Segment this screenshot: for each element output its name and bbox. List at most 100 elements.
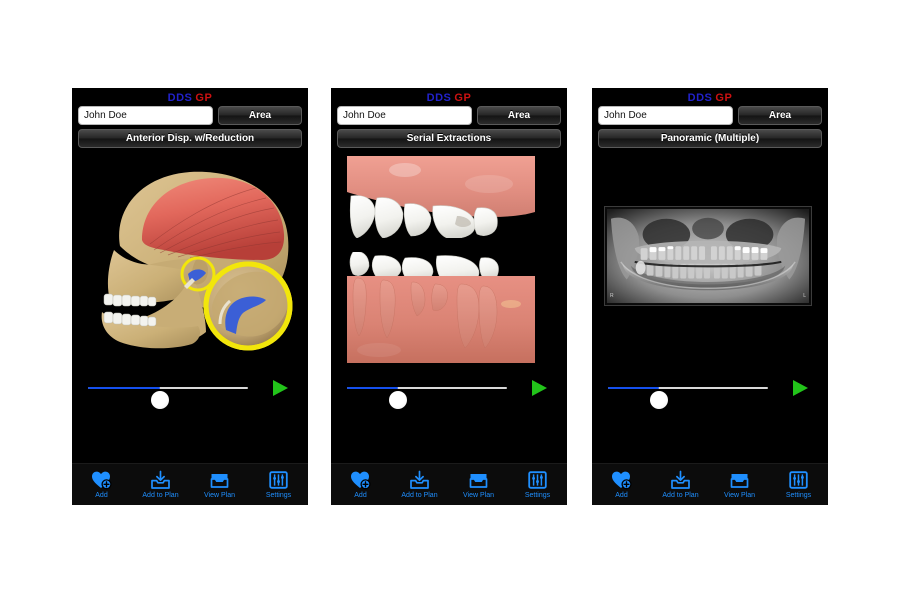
panoramic-xray-illustration: R L — [600, 154, 820, 365]
tray-inbox-icon — [210, 473, 229, 488]
tray-download-icon — [410, 470, 429, 489]
animation-slider-row — [339, 375, 559, 409]
skull-illustration — [80, 154, 300, 365]
slider-knob[interactable] — [151, 391, 169, 409]
sliders-icon — [528, 471, 547, 489]
heart-plus-icon — [612, 471, 632, 490]
condition-button[interactable]: Serial Extractions — [337, 129, 561, 148]
tab-settings[interactable]: Settings — [508, 469, 567, 500]
app-title-primary: DDS — [687, 92, 713, 104]
app-title-secondary: GP — [454, 92, 472, 104]
tab-label: Add to Plan — [401, 492, 438, 499]
tray-inbox-icon — [469, 473, 488, 488]
heart-plus-icon — [351, 471, 371, 490]
tab-add[interactable]: Add — [331, 469, 390, 500]
tray-inbox-icon — [449, 469, 508, 490]
app-title-primary: DDS — [167, 92, 193, 104]
slider-knob[interactable] — [650, 391, 669, 409]
condition-button[interactable]: Anterior Disp. w/Reduction — [78, 129, 302, 148]
tab-view plan[interactable]: View Plan — [190, 469, 249, 500]
xray-image: R L — [604, 206, 812, 306]
sliders-icon — [769, 469, 828, 490]
play-button[interactable] — [273, 380, 288, 396]
tab-label: Settings — [785, 492, 812, 499]
tray-download-icon — [151, 470, 170, 489]
tab-label: Add — [95, 492, 108, 499]
tab-add[interactable]: Add — [592, 469, 651, 500]
sliders-icon — [508, 469, 567, 490]
tray-inbox-icon — [190, 469, 249, 490]
tab-bar: Add Add to Plan View Plan Settings — [72, 463, 308, 505]
tab-label: View Plan — [203, 492, 235, 499]
xray-marker-right: R — [610, 293, 614, 299]
media-viewport[interactable] — [80, 154, 300, 365]
tab-label: Add — [354, 492, 367, 499]
condition-row: Anterior Disp. w/Reduction — [72, 125, 308, 148]
tab-settings[interactable]: Settings — [769, 469, 828, 500]
slider-fill — [347, 387, 399, 389]
animation-slider-row — [600, 375, 820, 409]
tab-label: Settings — [265, 492, 292, 499]
tab-view plan[interactable]: View Plan — [449, 469, 508, 500]
slider-fill — [608, 387, 660, 389]
tab-label: Settings — [524, 492, 551, 499]
tab-label: View Plan — [462, 492, 494, 499]
media-viewport[interactable] — [339, 154, 559, 365]
area-button[interactable]: Area — [218, 106, 302, 125]
patient-row: John Doe Area — [331, 104, 567, 125]
patient-row: John Doe Area — [592, 104, 828, 125]
tab-view plan[interactable]: View Plan — [710, 469, 769, 500]
xray-marker-left: L — [803, 293, 806, 299]
patient-name-input[interactable]: John Doe — [78, 106, 213, 125]
heart-plus-icon — [72, 469, 131, 490]
tab-add to plan[interactable]: Add to Plan — [390, 469, 449, 500]
condition-row: Panoramic (Multiple) — [592, 125, 828, 148]
tab-add[interactable]: Add — [72, 469, 131, 500]
tray-download-icon — [651, 469, 710, 490]
patient-row: John Doe Area — [72, 104, 308, 125]
tab-label: Add to Plan — [662, 492, 699, 499]
dental-model-illustration — [339, 154, 559, 365]
app-title-secondary: GP — [715, 92, 733, 104]
condition-row: Serial Extractions — [331, 125, 567, 148]
sliders-icon — [269, 471, 288, 489]
condition-button[interactable]: Panoramic (Multiple) — [598, 129, 822, 148]
tab-settings[interactable]: Settings — [249, 469, 308, 500]
app-title: DDS GP — [592, 88, 828, 104]
area-button[interactable]: Area — [477, 106, 561, 125]
tab-add to plan[interactable]: Add to Plan — [131, 469, 190, 500]
tray-inbox-icon — [710, 469, 769, 490]
area-button[interactable]: Area — [738, 106, 822, 125]
slider-track[interactable] — [608, 387, 768, 409]
tray-download-icon — [671, 470, 690, 489]
tab-label: Add — [615, 492, 628, 499]
sliders-icon — [789, 471, 808, 489]
slider-fill — [88, 387, 160, 389]
tray-download-icon — [390, 469, 449, 490]
heart-plus-icon — [331, 469, 390, 490]
tab-label: Add to Plan — [142, 492, 179, 499]
panel-tmj: DDS GP John Doe Area Anterior Disp. w/Red… — [72, 88, 308, 505]
slider-knob[interactable] — [389, 391, 408, 409]
slider-track[interactable] — [88, 387, 248, 409]
media-viewport[interactable]: R L — [600, 154, 820, 365]
tab-add to plan[interactable]: Add to Plan — [651, 469, 710, 500]
app-title-primary: DDS — [426, 92, 452, 104]
tab-bar: Add Add to Plan View Plan Settings — [331, 463, 567, 505]
tab-label: View Plan — [723, 492, 755, 499]
tab-bar: Add Add to Plan View Plan Settings — [592, 463, 828, 505]
heart-plus-icon — [92, 471, 112, 490]
play-button[interactable] — [532, 380, 547, 396]
animation-slider-row — [80, 375, 300, 409]
patient-name-input[interactable]: John Doe — [598, 106, 733, 125]
tray-download-icon — [131, 469, 190, 490]
patient-name-input[interactable]: John Doe — [337, 106, 472, 125]
heart-plus-icon — [592, 469, 651, 490]
panel-panoramic: DDS GP John Doe Area Panoramic (Multiple) — [592, 88, 828, 505]
panel-extractions: DDSGP John Doe Area Serial Extractions — [331, 88, 567, 505]
app-title-secondary: GP — [195, 92, 213, 104]
screenshot-root: DDS GP John Doe Area Anterior Disp. w/Red… — [0, 0, 900, 600]
tray-inbox-icon — [730, 473, 749, 488]
play-button[interactable] — [793, 380, 808, 396]
slider-track[interactable] — [347, 387, 507, 409]
